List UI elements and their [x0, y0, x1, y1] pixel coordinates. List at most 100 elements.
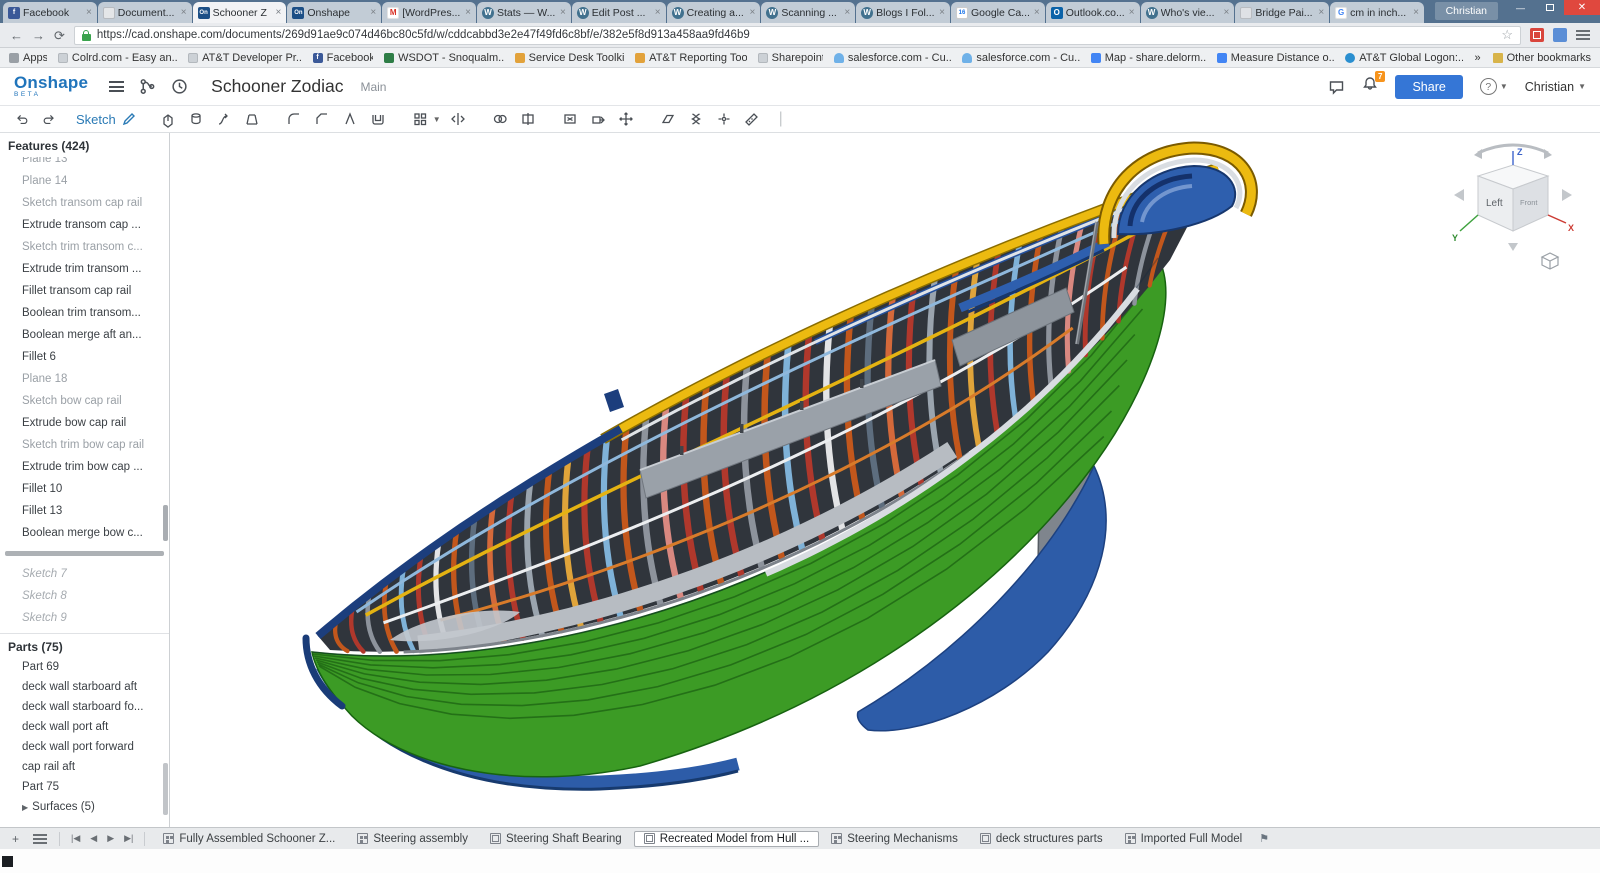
browser-tab-blogs-i-fol[interactable]: WBlogs I Fol...×	[856, 2, 950, 23]
document-tab-steering-mechanisms[interactable]: Steering Mechanisms	[821, 831, 968, 847]
measure-icon[interactable]	[741, 109, 763, 129]
shell-icon[interactable]	[367, 109, 389, 129]
document-tab-fully-assembled-schooner-z[interactable]: Fully Assembled Schooner Z...	[153, 831, 345, 847]
main-menu-icon[interactable]	[109, 81, 124, 92]
feature-item-extrude-trim-bow-cap[interactable]: Extrude trim bow cap ...	[0, 456, 169, 478]
helix-icon[interactable]	[685, 109, 707, 129]
comments-icon[interactable]	[1328, 79, 1345, 95]
feature-item-sketch-8[interactable]: Sketch 8	[0, 585, 169, 607]
browser-tab-wordpres[interactable]: M[WordPres...×	[382, 2, 476, 23]
feature-item-sketch-trim-transom-c[interactable]: Sketch trim transom c...	[0, 236, 169, 258]
notifications-bell[interactable]: 7	[1362, 76, 1378, 97]
redo-icon[interactable]	[38, 109, 60, 129]
forward-button[interactable]: →	[32, 29, 45, 42]
features-scrollbar-thumb[interactable]	[163, 505, 168, 541]
parts-scrollbar-thumb[interactable]	[163, 763, 168, 815]
bookmark-sharepoint[interactable]: Sharepoint	[758, 52, 823, 64]
model-viewport[interactable]: Left Front Y X Z	[171, 133, 1600, 827]
bookmark-apps[interactable]: Apps	[9, 52, 47, 64]
first-tab-button[interactable]: |◀	[67, 833, 84, 844]
feature-item-boolean-trim-transom[interactable]: Boolean trim transom...	[0, 302, 169, 324]
point-icon[interactable]	[713, 109, 735, 129]
feature-item-boolean-merge-bow-c[interactable]: Boolean merge bow c...	[0, 522, 169, 544]
browser-tab-outlook-co[interactable]: OOutlook.co...×	[1046, 2, 1140, 23]
tab-close-icon[interactable]: ×	[939, 7, 945, 18]
rollback-bar[interactable]	[5, 551, 164, 556]
part-item-cap-rail-aft[interactable]: cap rail aft	[0, 757, 169, 777]
bookmark-map-share-delorm[interactable]: Map - share.delorm...	[1091, 52, 1206, 64]
loft-icon[interactable]	[241, 109, 263, 129]
part-item-part-75[interactable]: Part 75	[0, 777, 169, 797]
browser-tab-onshape[interactable]: OnOnshape×	[287, 2, 381, 23]
rotate-right-icon[interactable]	[1562, 189, 1572, 201]
tab-close-icon[interactable]: ×	[276, 7, 282, 18]
bookmark-facebook[interactable]: fFacebook	[313, 52, 373, 64]
linear-pattern-icon[interactable]	[409, 109, 431, 129]
browser-tab-document[interactable]: Document...×	[98, 2, 192, 23]
browser-tab-schooner-z[interactable]: OnSchooner Z×	[193, 2, 287, 23]
draft-icon[interactable]	[339, 109, 361, 129]
extrude-icon[interactable]	[157, 109, 179, 129]
browser-tab-stats-w[interactable]: WStats — W...×	[477, 2, 571, 23]
sketch-button[interactable]: Sketch	[76, 111, 137, 127]
feature-item-boolean-merge-aft-an[interactable]: Boolean merge aft an...	[0, 324, 169, 346]
tab-close-icon[interactable]: ×	[86, 7, 92, 18]
last-tab-button[interactable]: ▶|	[120, 833, 137, 844]
history-icon[interactable]	[171, 78, 188, 95]
next-tab-button[interactable]: ▶	[103, 833, 118, 844]
tab-close-icon[interactable]: ×	[181, 7, 187, 18]
tab-close-icon[interactable]: ×	[750, 7, 756, 18]
document-tab-steering-shaft-bearing[interactable]: Steering Shaft Bearing	[480, 831, 632, 847]
bookmark-star-icon[interactable]: ☆	[1501, 27, 1513, 43]
fillet-icon[interactable]	[283, 109, 305, 129]
share-button[interactable]: Share	[1395, 75, 1462, 99]
feature-item-extrude-transom-cap[interactable]: Extrude transom cap ...	[0, 214, 169, 236]
bookmark-service-desk-toolkit[interactable]: Service Desk Toolkit	[515, 52, 625, 64]
tab-close-icon[interactable]: ×	[465, 7, 471, 18]
bookmark-at-t-global-logon[interactable]: AT&T Global Logon:...	[1345, 52, 1463, 64]
part-item-deck-wall-port-aft[interactable]: deck wall port aft	[0, 717, 169, 737]
part-item-part-69[interactable]: Part 69	[0, 657, 169, 677]
tab-close-icon[interactable]: ×	[1034, 7, 1040, 18]
mirror-icon[interactable]	[447, 109, 469, 129]
workspace-name[interactable]: Main	[360, 80, 386, 94]
bookmark-colrd-com-easy-an[interactable]: Colrd.com - Easy an...	[58, 52, 177, 64]
browser-profile-button[interactable]: Christian	[1435, 2, 1498, 20]
document-tab-recreated-model-from-hull[interactable]: Recreated Model from Hull ...	[634, 831, 820, 847]
document-tab-steering-assembly[interactable]: Steering assembly	[347, 831, 478, 847]
back-button[interactable]: ←	[10, 29, 23, 42]
tab-close-icon[interactable]: ×	[1318, 7, 1324, 18]
tab-overflow-icon[interactable]: ⚑	[1259, 832, 1269, 845]
browser-tab-google-ca[interactable]: 16Google Ca...×	[951, 2, 1045, 23]
tab-close-icon[interactable]: ×	[655, 7, 661, 18]
delete-face-icon[interactable]	[559, 109, 581, 129]
tab-close-icon[interactable]: ×	[1224, 7, 1230, 18]
bookmark-salesforce-com-cu[interactable]: salesforce.com - Cu...	[834, 52, 951, 64]
feature-item-fillet-13[interactable]: Fillet 13	[0, 500, 169, 522]
feature-item-plane-18[interactable]: Plane 18	[0, 368, 169, 390]
feature-item-plane-13[interactable]: Plane 13	[0, 157, 169, 170]
bookmark-at-t-reporting-tool[interactable]: AT&T Reporting Tool	[635, 52, 747, 64]
window-maximize-button[interactable]	[1535, 0, 1564, 15]
tab-list-icon[interactable]	[33, 834, 47, 844]
user-menu[interactable]: Christian ▼	[1525, 80, 1586, 94]
move-face-icon[interactable]	[587, 109, 609, 129]
chamfer-icon[interactable]	[311, 109, 333, 129]
tab-close-icon[interactable]: ×	[370, 7, 376, 18]
bookmark-other-bookmarks[interactable]: Other bookmarks	[1493, 52, 1591, 64]
browser-tab-edit-post[interactable]: WEdit Post ...×	[572, 2, 666, 23]
pattern-dropdown-caret-icon[interactable]: ▼	[433, 115, 441, 124]
tab-close-icon[interactable]: ×	[560, 7, 566, 18]
3d-model-schooner-hull[interactable]	[171, 133, 1600, 827]
isometric-view-icon[interactable]	[1540, 251, 1560, 276]
browser-tab-cm-in-inch[interactable]: Gcm in inch...×	[1330, 2, 1424, 23]
feature-item-extrude-bow-cap-rail[interactable]: Extrude bow cap rail	[0, 412, 169, 434]
tab-close-icon[interactable]: ×	[1413, 7, 1419, 18]
prev-tab-button[interactable]: ◀	[86, 833, 101, 844]
bookmark-salesforce-com-cu[interactable]: salesforce.com - Cu...	[962, 52, 1079, 64]
browser-tab-who-s-vie[interactable]: WWho's vie...×	[1141, 2, 1235, 23]
view-cube[interactable]: Left Front Y X Z	[1448, 139, 1578, 259]
part-item-deck-wall-port-forward[interactable]: deck wall port forward	[0, 737, 169, 757]
new-tab-button[interactable]: +	[5, 832, 26, 846]
plane-icon[interactable]	[657, 109, 679, 129]
